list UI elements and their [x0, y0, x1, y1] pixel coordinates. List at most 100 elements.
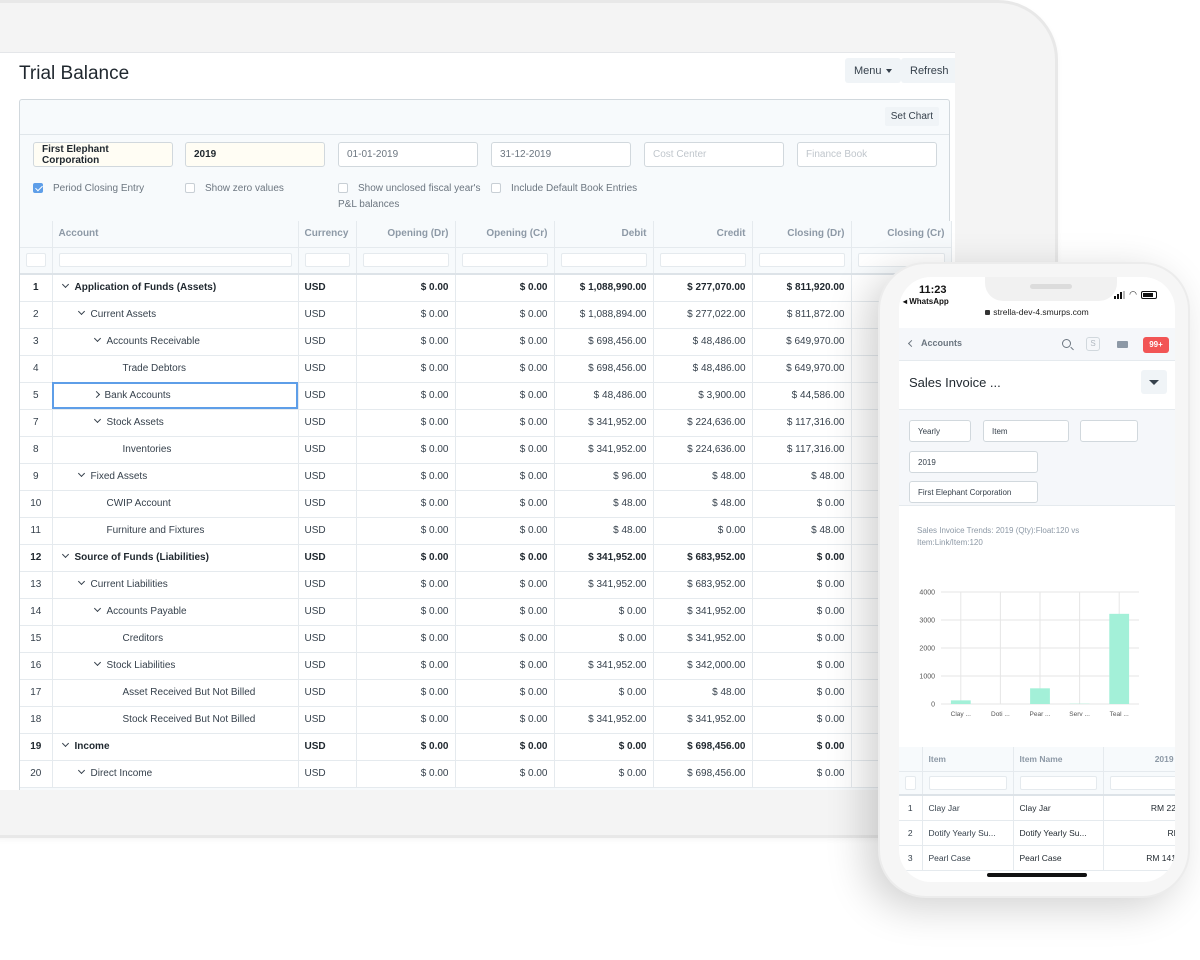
filter-input-currency[interactable] — [304, 253, 350, 268]
opening-cr-cell[interactable]: $ 0.00 — [455, 598, 555, 626]
currency-cell[interactable]: USD — [298, 571, 357, 599]
checkbox-checked-icon[interactable] — [33, 183, 43, 193]
closing-dr-cell[interactable]: $ 0.00 — [752, 598, 852, 626]
opening-cr-cell[interactable]: $ 0.00 — [455, 679, 555, 707]
item-cell[interactable]: Clay Jar — [922, 795, 1014, 821]
item-cell[interactable]: Dotify Yearly Su... — [922, 820, 1014, 846]
bar-5[interactable] — [1109, 613, 1130, 704]
account-cell[interactable]: Fixed Assets — [52, 463, 299, 491]
opening-dr-cell[interactable]: $ 0.00 — [356, 679, 456, 707]
account-cell[interactable]: Stock Liabilities — [52, 652, 299, 680]
debit-cell[interactable]: $ 0.00 — [554, 733, 654, 761]
opening-dr-cell[interactable]: $ 0.00 — [356, 706, 456, 734]
amount-cell[interactable]: RM 42 — [1103, 820, 1175, 846]
table-row[interactable]: 8 Inventories USD $ 0.00 $ 0.00 $ 341,952.00 $… — [20, 436, 952, 464]
group-by-field[interactable] — [1080, 420, 1138, 442]
opening-cr-cell[interactable]: $ 0.00 — [455, 490, 555, 518]
cost-center-field[interactable]: Cost Center — [644, 142, 784, 167]
account-cell[interactable]: CWIP Account — [52, 490, 299, 518]
currency-cell[interactable]: USD — [298, 436, 357, 464]
debit-cell[interactable]: $ 48.00 — [554, 517, 654, 545]
credit-cell[interactable]: $ 0.00 — [653, 517, 753, 545]
opening-cr-cell[interactable]: $ 0.00 — [455, 733, 555, 761]
chevron-down-icon[interactable] — [61, 281, 69, 289]
company-field[interactable]: First Elephant Corporation — [33, 142, 173, 167]
table-row[interactable]: 4 Trade Debtors USD $ 0.00 $ 0.00 $ 698,456.0… — [20, 355, 952, 383]
closing-dr-cell[interactable]: $ 0.00 — [752, 706, 852, 734]
item-name-cell[interactable]: Pearl Case — [1013, 845, 1104, 871]
show-unclosed-pl-checkbox[interactable]: Show unclosed fiscal year's P&L balances — [338, 181, 481, 213]
currency-cell[interactable]: USD — [298, 328, 357, 356]
opening-dr-cell[interactable]: $ 0.00 — [356, 355, 456, 383]
filter-input-item[interactable] — [928, 775, 1007, 790]
back-to-app-link[interactable]: ◂ WhatsApp — [903, 297, 949, 306]
credit-cell[interactable]: $ 48,486.00 — [653, 328, 753, 356]
set-chart-button[interactable]: Set Chart — [884, 107, 939, 126]
closing-dr-cell[interactable]: $ 48.00 — [752, 517, 852, 545]
currency-cell[interactable]: USD — [298, 274, 357, 302]
account-cell[interactable]: Creditors — [52, 625, 299, 653]
closing-dr-cell[interactable]: $ 649,970.00 — [752, 328, 852, 356]
opening-dr-cell[interactable]: $ 0.00 — [356, 571, 456, 599]
refresh-button[interactable]: Refresh — [901, 58, 955, 83]
to-date-field[interactable]: 31-12-2019 — [491, 142, 631, 167]
table-row[interactable]: 16 Stock Liabilities USD $ 0.00 $ 0.00 $ 341,… — [20, 652, 952, 680]
checkbox-icon[interactable] — [185, 183, 195, 193]
filter-input-amount[interactable] — [1109, 775, 1175, 790]
column-header-opening-dr[interactable]: Opening (Dr) — [356, 221, 456, 248]
opening-dr-cell[interactable]: $ 0.00 — [356, 733, 456, 761]
chat-icon[interactable] — [1117, 341, 1128, 348]
dropdown-caret-button[interactable] — [1141, 370, 1167, 394]
account-cell[interactable]: Current Assets — [52, 301, 299, 329]
amount-cell[interactable]: RM 22,072 — [1103, 795, 1175, 821]
table-row[interactable]: 14 Accounts Payable USD $ 0.00 $ 0.00 $ 0.00 $… — [20, 598, 952, 626]
currency-cell[interactable]: USD — [298, 598, 357, 626]
debit-cell[interactable]: $ 0.00 — [554, 598, 654, 626]
closing-dr-cell[interactable]: $ 811,920.00 — [752, 274, 852, 302]
currency-cell[interactable]: USD — [298, 463, 357, 491]
closing-dr-cell[interactable]: $ 117,316.00 — [752, 436, 852, 464]
opening-cr-cell[interactable]: $ 0.00 — [455, 517, 555, 545]
table-row[interactable]: 9 Fixed Assets USD $ 0.00 $ 0.00 $ 96.00 $ 48.… — [20, 463, 952, 491]
debit-cell[interactable]: $ 48,486.00 — [554, 382, 654, 410]
credit-cell[interactable]: $ 224,636.00 — [653, 409, 753, 437]
debit-cell[interactable]: $ 1,088,990.00 — [554, 274, 654, 302]
closing-dr-cell[interactable]: $ 649,970.00 — [752, 355, 852, 383]
closing-dr-cell[interactable]: $ 48.00 — [752, 463, 852, 491]
account-cell[interactable]: Current Liabilities — [52, 571, 299, 599]
bar-3[interactable] — [1030, 688, 1050, 704]
debit-cell[interactable]: $ 341,952.00 — [554, 436, 654, 464]
amount-cell[interactable]: RM 141,250 — [1103, 845, 1175, 871]
currency-cell[interactable]: USD — [298, 733, 357, 761]
list-item[interactable]: 3Pearl CasePearl CaseRM 141,250 — [899, 845, 1175, 871]
account-cell[interactable]: Bank Accounts — [52, 382, 299, 410]
chevron-down-icon[interactable] — [77, 766, 85, 775]
closing-dr-cell[interactable]: $ 811,872.00 — [752, 301, 852, 329]
debit-cell[interactable]: $ 341,952.00 — [554, 544, 654, 572]
currency-cell[interactable]: USD — [298, 544, 357, 572]
account-cell[interactable]: Trade Debtors — [52, 355, 299, 383]
opening-dr-cell[interactable]: $ 0.00 — [356, 490, 456, 518]
opening-dr-cell[interactable]: $ 0.00 — [356, 301, 456, 329]
currency-cell[interactable]: USD — [298, 517, 357, 545]
debit-cell[interactable]: $ 0.00 — [554, 625, 654, 653]
opening-cr-cell[interactable]: $ 0.00 — [455, 301, 555, 329]
table-row[interactable]: 20 Direct Income USD $ 0.00 $ 0.00 $ 0.00 $ 69… — [20, 760, 952, 788]
opening-cr-cell[interactable]: $ 0.00 — [455, 571, 555, 599]
period-field[interactable]: Yearly — [909, 420, 971, 442]
account-cell[interactable]: Income — [52, 733, 299, 761]
bar-1[interactable] — [950, 700, 971, 704]
table-row[interactable]: 1 Application of Funds (Assets) USD $ 0.00 $… — [20, 274, 952, 302]
opening-cr-cell[interactable]: $ 0.00 — [455, 760, 555, 788]
company-field[interactable]: First Elephant Corporation — [909, 481, 1038, 503]
account-cell[interactable]: Furniture and Fixtures — [52, 517, 299, 545]
home-indicator[interactable] — [987, 873, 1087, 877]
chevron-down-icon[interactable] — [93, 415, 101, 424]
account-cell[interactable]: Stock Received But Not Billed — [52, 706, 299, 734]
chevron-down-icon[interactable] — [77, 469, 85, 478]
notification-badge[interactable]: 99+ — [1143, 337, 1169, 353]
debit-cell[interactable]: $ 698,456.00 — [554, 328, 654, 356]
opening-cr-cell[interactable]: $ 0.00 — [455, 436, 555, 464]
credit-cell[interactable]: $ 683,952.00 — [653, 571, 753, 599]
account-cell[interactable]: Source of Funds (Liabilities) — [52, 544, 299, 572]
